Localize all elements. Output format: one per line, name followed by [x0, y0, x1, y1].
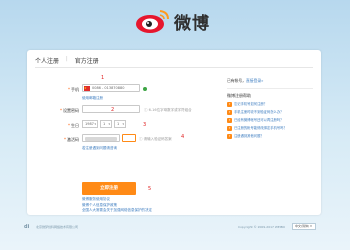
- login-link[interactable]: 直接登录»: [246, 78, 264, 83]
- help-sidebar: 已有帐号，直接登录» 微博注册帮助 ? 忘记手机号如何注册？ ? 手机注册时收不到验…: [227, 78, 313, 142]
- footer-logo: di: [24, 224, 30, 230]
- faq-title: 微博注册帮助: [227, 93, 251, 98]
- have-account-text: 已有帐号，直接登录»: [227, 78, 264, 83]
- birth-day-select[interactable]: 1 ▾: [114, 120, 126, 128]
- question-icon: ?: [227, 110, 232, 115]
- footer-company: 北京微梦创科网络技术有限公司: [36, 225, 79, 229]
- password-label: *设置密码: [60, 108, 79, 113]
- birth-year-select[interactable]: 1987 ▾: [82, 120, 98, 128]
- chevron-down-icon: ▾: [122, 122, 124, 126]
- phone-label: *手机: [68, 87, 79, 92]
- chevron-down-icon: ▾: [108, 122, 110, 126]
- captcha-input[interactable]: [122, 134, 136, 142]
- chevron-down-icon: ▾: [94, 122, 96, 126]
- marker-4: 4: [181, 134, 185, 140]
- code-input[interactable]: [82, 134, 120, 142]
- faq-item[interactable]: ? 注册遇到其他问题？: [227, 134, 313, 139]
- marker-3: 3: [143, 122, 147, 128]
- question-icon: ?: [227, 102, 232, 107]
- question-icon: ?: [227, 126, 232, 131]
- agreement-links: 微博服务使用协议 微博个人信息保护政策 全国人大常委会关于加强网络信息保护的决定: [82, 197, 152, 214]
- footer-copyright: Copyright © 2009-2017 WEIBO: [238, 225, 285, 229]
- faq-item[interactable]: ? 已注册的帐号能修改绑定手机号吗？: [227, 126, 313, 131]
- code-help-link[interactable]: 若注册遇到问题请咨询: [82, 146, 117, 151]
- code-row: *激活码 ⓘ 请输入验证码答案 4: [27, 134, 227, 144]
- tab-divider: [35, 67, 313, 68]
- faq-item[interactable]: ? 忘记手机号如何注册？: [227, 102, 313, 107]
- code-label: *激活码: [64, 137, 79, 142]
- china-flag-icon: [84, 85, 90, 92]
- marker-5: 5: [148, 186, 152, 192]
- birthday-label: *生日: [68, 123, 79, 128]
- phone-valid-icon: [143, 87, 147, 91]
- phone-input[interactable]: 0086 - 013870880: [82, 84, 140, 92]
- question-icon: ?: [227, 134, 232, 139]
- page-footer: di 北京微梦创科网络技术有限公司 Copyright © 2009-2017 …: [24, 223, 324, 232]
- marker-1: 1: [101, 75, 105, 81]
- faq-item[interactable]: ? 已经有微博帐号还可以再注册吗？: [227, 118, 313, 123]
- weibo-eye-icon: [136, 10, 169, 33]
- question-icon: ?: [227, 118, 232, 123]
- email-register-link[interactable]: 使用邮箱注册: [82, 96, 103, 101]
- marker-2: 2: [111, 107, 115, 113]
- brand-logo-text: 微博: [174, 14, 210, 34]
- phone-row: *手机 0086 - 013870880 1: [27, 75, 227, 94]
- birth-month-select[interactable]: 1 ▾: [100, 120, 112, 128]
- registration-card: 个人注册 | 官方注册 *手机 0086 - 013870880 1 使用邮箱注…: [27, 50, 321, 215]
- password-row: *设置密码 2 ⓘ 6-16位字母数字或字符组合: [27, 105, 227, 115]
- phone-value: 0086 - 013870880: [92, 86, 125, 90]
- code-masked-value: [85, 137, 117, 141]
- agreement-link-3[interactable]: 全国人大常委会关于加强网络信息保护的决定: [82, 208, 152, 214]
- sidebar-divider: [227, 88, 313, 89]
- faq-item[interactable]: ? 手机注册时收不到验证码怎么办？: [227, 110, 313, 115]
- language-select[interactable]: 中文(简体) ▾: [292, 223, 316, 230]
- code-hint: ⓘ 请输入验证码答案: [139, 137, 172, 141]
- password-hint: ⓘ 6-16位字母数字或字符组合: [144, 108, 192, 112]
- register-button[interactable]: 立即注册: [82, 182, 136, 195]
- birthday-row: *生日 1987 ▾ 1 ▾ 1 ▾ 3: [27, 120, 227, 130]
